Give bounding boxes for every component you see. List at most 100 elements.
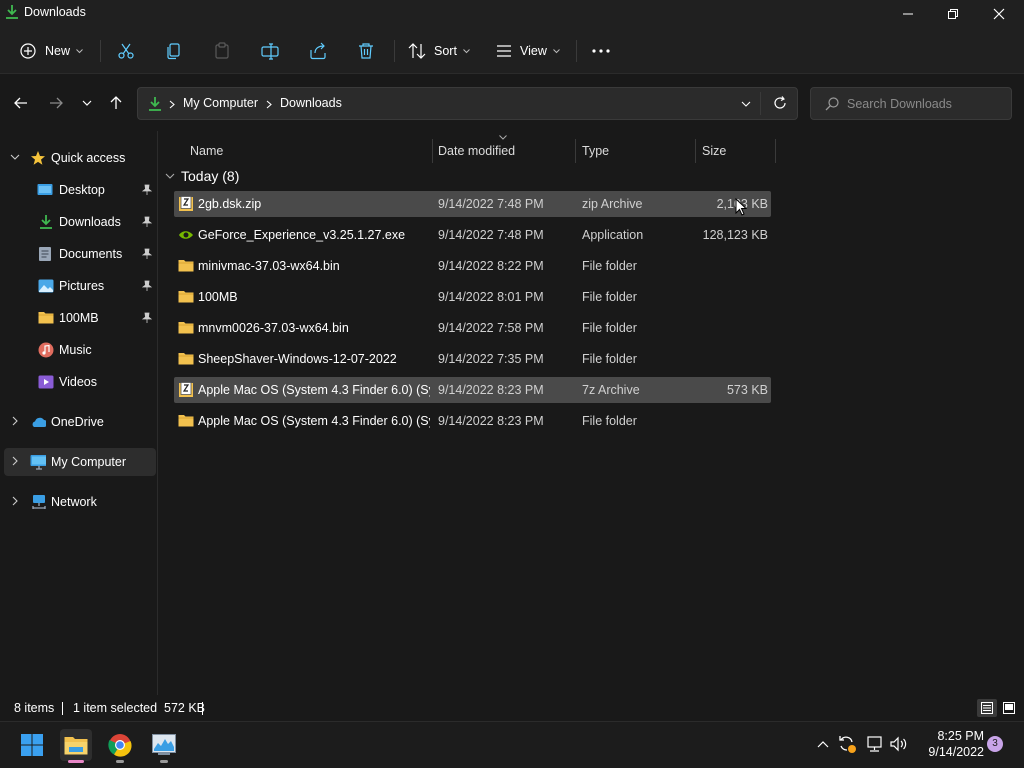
rename-button[interactable]: [261, 36, 279, 66]
table-row[interactable]: Apple Mac OS (System 4.3 Finder 6.0) (Sy…: [174, 408, 771, 434]
close-button[interactable]: [976, 0, 1022, 28]
sidebar-item-label: Network: [51, 495, 97, 509]
file-type: File folder: [582, 259, 637, 273]
table-row[interactable]: SheepShaver-Windows-12-07-2022 9/14/2022…: [174, 346, 771, 372]
search-box[interactable]: [810, 87, 1012, 120]
file-explorer-taskbar-button[interactable]: [60, 729, 92, 763]
folder-icon: [178, 260, 194, 272]
sidebar-item-documents[interactable]: Documents: [4, 240, 156, 268]
delete-button[interactable]: [357, 36, 375, 66]
column-header-size[interactable]: Size: [702, 144, 726, 158]
list-view-icon: [497, 45, 511, 57]
share-button[interactable]: [309, 36, 327, 66]
file-type: Application: [582, 228, 644, 242]
table-row[interactable]: minivmac-37.03-wx64.bin 9/14/2022 8:22 P…: [174, 253, 771, 279]
sidebar-item-music[interactable]: Music: [4, 336, 156, 364]
file-name: 2gb.dsk.zip: [198, 197, 262, 211]
start-button[interactable]: [16, 729, 48, 761]
sidebar-item-quick-access[interactable]: Quick access: [4, 144, 156, 172]
details-view-button[interactable]: [977, 699, 997, 717]
column-divider[interactable]: [775, 139, 776, 163]
app-taskbar-button[interactable]: [148, 729, 180, 763]
folder-icon: [178, 353, 194, 365]
sidebar-item-my-computer[interactable]: My Computer: [4, 448, 156, 476]
copy-button[interactable]: [165, 36, 183, 66]
status-divider: [202, 702, 203, 715]
chrome-taskbar-button[interactable]: [104, 729, 136, 763]
sidebar-item-label: Downloads: [59, 215, 121, 229]
column-header-type[interactable]: Type: [582, 144, 609, 158]
file-name: GeForce_Experience_v3.25.1.27.exe: [198, 228, 406, 242]
forward-button[interactable]: [44, 91, 68, 115]
chevron-down-icon: [553, 48, 560, 53]
up-button[interactable]: [104, 91, 128, 115]
sidebar-item-pictures[interactable]: Pictures: [4, 272, 156, 300]
table-row[interactable]: GeForce_Experience_v3.25.1.27.exe 9/14/2…: [174, 222, 771, 248]
status-selection: 1 item selected 572 KB: [73, 701, 206, 715]
breadcrumb-downloads[interactable]: Downloads: [280, 96, 342, 110]
search-input[interactable]: [847, 94, 997, 114]
chevron-down-icon[interactable]: [10, 152, 20, 162]
navigation-pane: Quick access Desktop Downloads Documents…: [0, 131, 158, 695]
pin-icon: [142, 248, 152, 259]
column-divider[interactable]: [575, 139, 576, 163]
chevron-down-icon[interactable]: [741, 101, 751, 107]
sidebar-item-network[interactable]: Network: [4, 488, 156, 516]
refresh-icon[interactable]: [773, 96, 787, 110]
file-name: SheepShaver-Windows-12-07-2022: [198, 352, 397, 366]
sidebar-item-onedrive[interactable]: OneDrive: [4, 408, 156, 436]
volume-tray-button[interactable]: [888, 732, 910, 756]
paste-button[interactable]: [213, 36, 231, 66]
file-date: 9/14/2022 8:01 PM: [438, 290, 544, 304]
table-row[interactable]: Apple Mac OS (System 4.3 Finder 6.0) (Sy…: [174, 377, 771, 403]
clock[interactable]: 8:25 PM 9/14/2022: [912, 728, 984, 760]
cut-button[interactable]: [117, 36, 135, 66]
sidebar-item-desktop[interactable]: Desktop: [4, 176, 156, 204]
column-header-date[interactable]: Date modified: [438, 144, 515, 158]
column-header-name[interactable]: Name: [190, 144, 223, 158]
more-options-button[interactable]: [592, 36, 610, 66]
status-bar: 8 items 1 item selected 572 KB: [0, 695, 1024, 721]
breadcrumb-my-computer[interactable]: My Computer: [183, 96, 258, 110]
notification-badge[interactable]: 3: [987, 736, 1003, 752]
new-button[interactable]: New: [20, 36, 83, 66]
sort-button[interactable]: Sort: [408, 36, 470, 66]
toolbar-divider: [394, 40, 395, 62]
pin-icon: [142, 216, 152, 227]
file-date: 9/14/2022 8:22 PM: [438, 259, 544, 273]
table-row[interactable]: 100MB 9/14/2022 8:01 PM File folder: [174, 284, 771, 310]
table-row[interactable]: mnvm0026-37.03-wx64.bin 9/14/2022 7:58 P…: [174, 315, 771, 341]
column-header-row: Name Date modified Type Size: [159, 135, 779, 165]
sidebar-item-label: Desktop: [59, 183, 105, 197]
pin-icon: [142, 312, 152, 323]
ethernet-icon: [867, 736, 882, 752]
recent-locations-button[interactable]: [75, 91, 99, 115]
sidebar-item-downloads[interactable]: Downloads: [4, 208, 156, 236]
pin-icon: [142, 280, 152, 291]
column-divider[interactable]: [432, 139, 433, 163]
minimize-button[interactable]: [885, 0, 931, 28]
network-tray-button[interactable]: [864, 732, 886, 756]
chevron-right-icon[interactable]: [10, 496, 20, 506]
sidebar-item-label: My Computer: [51, 455, 127, 469]
column-divider[interactable]: [695, 139, 696, 163]
sidebar-item-videos[interactable]: Videos: [4, 368, 156, 396]
arrow-left-icon: [14, 97, 27, 109]
file-name: Apple Mac OS (System 4.3 Finder 6.0) (Sy…: [198, 414, 430, 428]
address-bar[interactable]: My Computer Downloads: [137, 87, 798, 120]
sidebar-item-100mb[interactable]: 100MB: [4, 304, 156, 332]
file-date: 9/14/2022 7:35 PM: [438, 352, 544, 366]
minimize-icon: [903, 13, 913, 15]
view-button[interactable]: View: [496, 36, 560, 66]
clock-date: 9/14/2022: [928, 745, 984, 759]
show-hidden-icons-button[interactable]: [812, 732, 834, 756]
back-button[interactable]: [9, 91, 33, 115]
table-row[interactable]: 2gb.dsk.zip 9/14/2022 7:48 PM zip Archiv…: [174, 191, 771, 217]
chevron-right-icon[interactable]: [10, 456, 20, 466]
chevron-down-icon: [463, 48, 470, 53]
restore-button[interactable]: [930, 0, 976, 28]
tiles-view-button[interactable]: [1000, 699, 1020, 717]
search-icon: [825, 97, 839, 111]
chevron-right-icon[interactable]: [10, 416, 20, 426]
sync-tray-button[interactable]: [836, 732, 858, 756]
